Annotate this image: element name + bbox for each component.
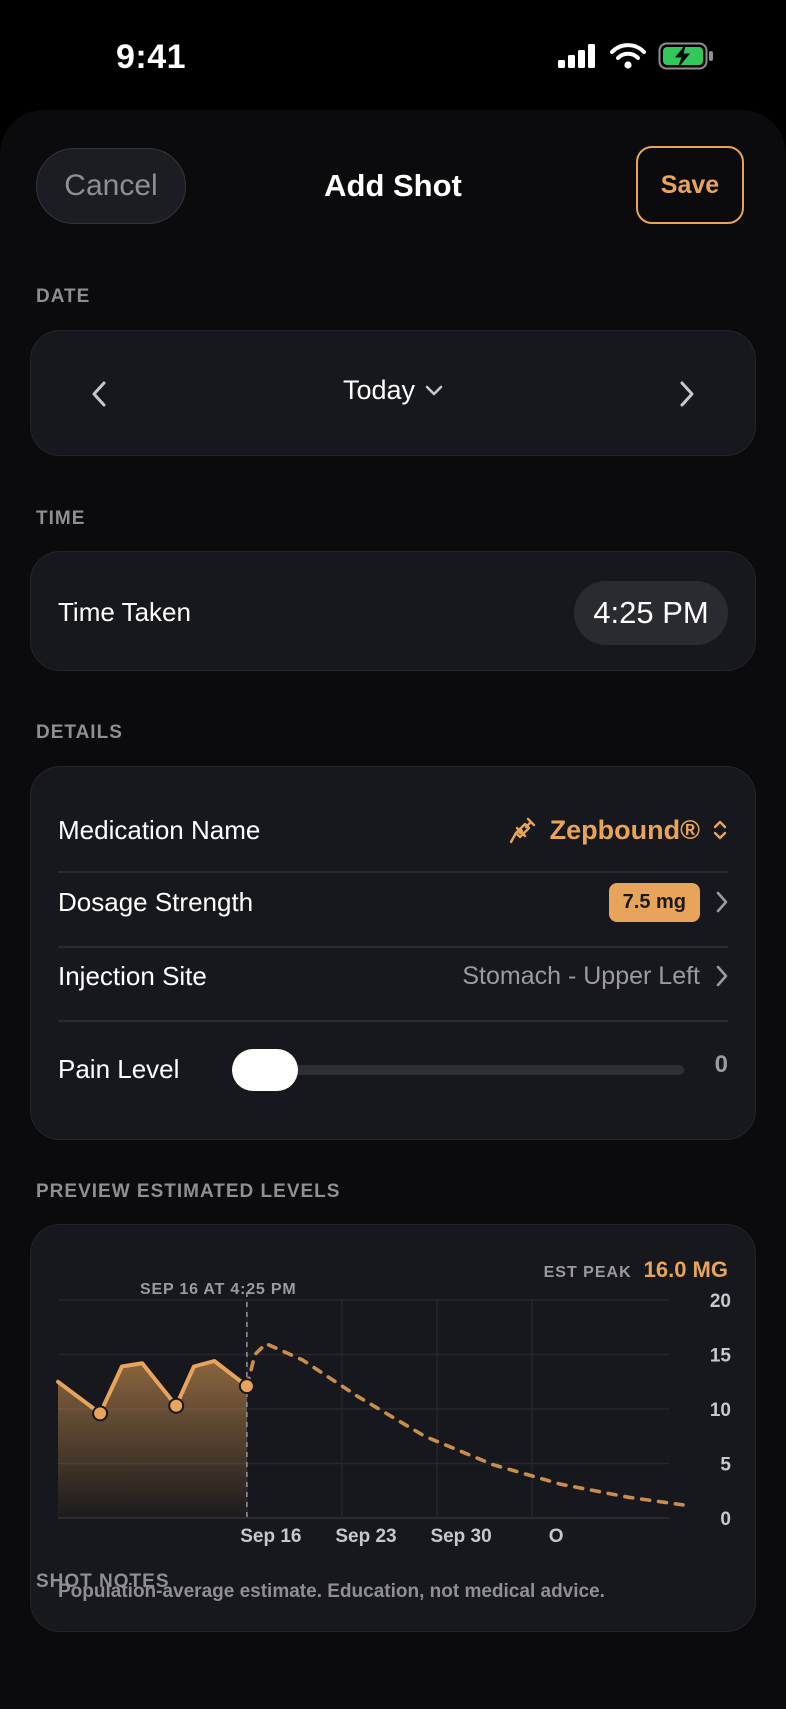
y-tick-label: 10: [710, 1400, 731, 1421]
pain-level-label: Pain Level: [58, 1054, 180, 1084]
time-section-label: TIME: [36, 508, 86, 529]
nav-bar: Cancel Add Shot Save: [0, 110, 786, 260]
dose-marker: [168, 1397, 185, 1414]
injection-site-row[interactable]: Injection Site Stomach - Upper Left: [58, 939, 728, 1013]
syringe-icon: [509, 817, 535, 844]
status-time: 9:41: [116, 38, 187, 76]
preview-section-label: PREVIEW ESTIMATED LEVELS: [36, 1181, 341, 1202]
medication-selector[interactable]: Zepbound®: [508, 815, 728, 846]
save-button[interactable]: Save: [636, 146, 744, 224]
medication-label: Medication Name: [58, 814, 261, 845]
y-tick-label: 0: [720, 1509, 731, 1530]
details-section-label: DETAILS: [36, 722, 123, 743]
time-taken-label: Time Taken: [58, 597, 191, 627]
pain-slider-thumb[interactable]: [232, 1049, 298, 1091]
dosage-row[interactable]: Dosage Strength 7.5 mg: [58, 865, 728, 939]
chevron-right-icon: [680, 381, 694, 407]
chevron-right-icon: [716, 891, 728, 913]
pain-level-value: 0: [714, 1051, 728, 1078]
status-icons: [558, 42, 714, 70]
status-bar: 9:41: [0, 0, 786, 110]
x-tick-label: Sep 30: [430, 1526, 491, 1547]
y-tick-label: 15: [710, 1346, 732, 1367]
date-value: Today: [342, 375, 416, 405]
levels-area-fill: [58, 1361, 247, 1518]
next-day-button[interactable]: [665, 369, 709, 419]
details-card: Medication Name Zepbound® Dosage Strengt…: [30, 766, 756, 1140]
x-tick-label: O: [549, 1526, 564, 1547]
chevron-right-icon: [716, 965, 728, 987]
injection-site-value: Stomach - Upper Left: [462, 961, 700, 990]
levels-forecast-line: [245, 1341, 685, 1507]
divider: [58, 1020, 728, 1022]
add-shot-sheet: Cancel Add Shot Save DATE Today TIME Tim…: [0, 110, 786, 1709]
dose-marker: [238, 1378, 255, 1395]
battery-charging-icon: [658, 42, 713, 70]
time-picker[interactable]: 4:25 PM: [574, 581, 728, 645]
cellular-signal-icon: [558, 44, 595, 68]
dose-marker: [92, 1405, 109, 1422]
wifi-icon: [610, 43, 646, 69]
pain-level-row: Pain Level 0: [58, 1023, 728, 1117]
date-picker[interactable]: Today: [31, 375, 755, 406]
dosage-badge: 7.5 mg: [608, 882, 700, 922]
medication-value: Zepbound®: [549, 814, 700, 845]
y-tick-label: 20: [710, 1291, 731, 1312]
injection-site-label: Injection Site: [58, 960, 207, 991]
shot-notes-section-label: SHOT NOTES: [36, 1571, 170, 1592]
dosage-label: Dosage Strength: [58, 886, 254, 917]
date-card: Today: [30, 330, 756, 456]
x-tick-label: Sep 16: [240, 1526, 301, 1547]
y-tick-label: 5: [720, 1455, 731, 1476]
pain-slider-track[interactable]: [232, 1065, 684, 1075]
x-tick-label: Sep 23: [335, 1526, 396, 1547]
chevron-down-icon: [425, 385, 443, 395]
time-card: Time Taken 4:25 PM: [30, 551, 756, 671]
date-section-label: DATE: [36, 286, 91, 307]
chevron-up-down-icon: [713, 820, 727, 840]
medication-row[interactable]: Medication Name Zepbound®: [58, 793, 728, 867]
